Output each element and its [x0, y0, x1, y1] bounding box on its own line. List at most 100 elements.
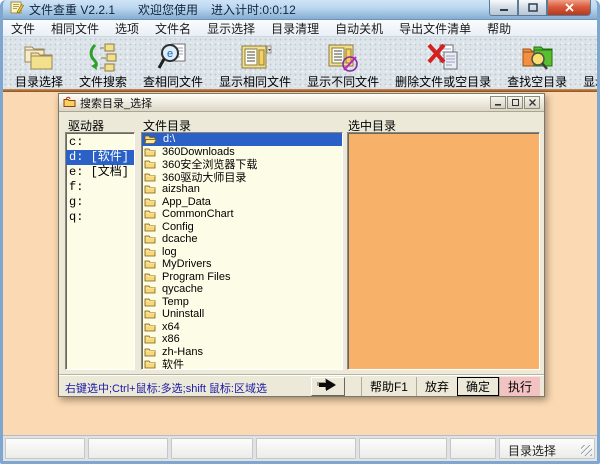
dialog-maximize-button[interactable] — [507, 96, 523, 109]
directory-item[interactable]: x86 — [142, 333, 342, 346]
menu-item-显示选择[interactable]: 显示选择 — [199, 19, 263, 38]
directory-item[interactable]: Program Files — [142, 271, 342, 284]
window-controls — [489, 0, 591, 16]
toolbar-label: 删除文件或空目录 — [395, 73, 491, 90]
directory-item[interactable]: Temp — [142, 296, 342, 309]
directory-label: aizshan — [162, 183, 200, 195]
status-panel — [359, 438, 447, 459]
directory-label: Program Files — [162, 271, 230, 283]
toolbar-button-显示相同文件[interactable]: 显示相同文件 — [211, 39, 299, 91]
welcome-text: 欢迎您使用 — [138, 1, 198, 18]
folder-closed-icon — [144, 197, 159, 207]
status-panel — [5, 438, 85, 459]
toolbar-label: 查找空目录 — [507, 73, 567, 90]
drive-item[interactable]: d: [软件] — [66, 150, 134, 165]
menu-item-自动关机[interactable]: 自动关机 — [327, 19, 391, 38]
drive-item[interactable]: g: — [66, 195, 134, 210]
toolbar-button-目录选择[interactable]: 目录选择 — [7, 39, 71, 91]
toolbar-label: 显示相同文件 — [219, 73, 291, 90]
minimize-button[interactable] — [489, 0, 518, 16]
toolbar-button-显示不同文件[interactable]: 显示不同文件 — [299, 39, 387, 91]
directory-item[interactable]: qycache — [142, 283, 342, 296]
dialog-button-确定[interactable]: 确定 — [457, 377, 499, 396]
dialog-title: 搜索目录_选择 — [80, 95, 489, 111]
toolbar-button-查相同文件[interactable]: e查相同文件 — [135, 39, 211, 91]
directory-item[interactable]: App_Data — [142, 196, 342, 209]
directory-label: Temp — [162, 296, 189, 308]
drive-item[interactable]: c: — [66, 135, 134, 150]
menu-item-导出文件清单[interactable]: 导出文件清单 — [391, 19, 479, 38]
folder-closed-icon — [144, 309, 159, 319]
menu-item-相同文件[interactable]: 相同文件 — [43, 19, 107, 38]
directory-item[interactable]: CommonChart — [142, 208, 342, 221]
folder-closed-icon — [144, 234, 159, 244]
directory-label: log — [162, 246, 177, 258]
toolbar-label: 显示空目录 — [583, 73, 600, 90]
status-bar: 目录选择 — [3, 435, 597, 461]
directory-item[interactable]: x64 — [142, 321, 342, 334]
directory-label: MyDrivers — [162, 258, 212, 270]
dialog-close-button[interactable] — [524, 96, 540, 109]
toolbar-button-删除文件或空目录[interactable]: 删除文件或空目录 — [387, 39, 499, 91]
folder-closed-icon — [144, 347, 159, 357]
client-area: 搜索目录_选择 驱动器 文件目录 选中目录 c:d: [软件]e: [文档]f:… — [3, 92, 597, 435]
directory-item[interactable]: 软件 — [142, 358, 342, 370]
folder-closed-icon — [144, 259, 159, 269]
dialog-button-执行[interactable]: 执行 — [499, 377, 540, 396]
directory-label: dcache — [162, 233, 197, 245]
menu-item-目录清理[interactable]: 目录清理 — [263, 19, 327, 38]
title-bar[interactable]: 文件查重 V2.2.1 欢迎您使用 进入计时:0:0:12 — [3, 0, 597, 20]
empty-folder-icon — [596, 40, 600, 74]
folder-diff-icon — [326, 40, 360, 74]
maximize-button[interactable] — [518, 0, 547, 16]
dialog-minimize-button[interactable] — [490, 96, 506, 109]
drive-list[interactable]: c:d: [软件]e: [文档]f:g:q: — [65, 132, 135, 370]
resize-grip-icon[interactable] — [581, 445, 592, 456]
dialog-button-帮助F1[interactable]: 帮助F1 — [361, 377, 416, 396]
directory-list[interactable]: d:\360Downloads360安全浏览器下载360驱动大师目录aizsha… — [141, 132, 343, 370]
directory-item[interactable]: MyDrivers — [142, 258, 342, 271]
svg-text:e: e — [167, 48, 173, 60]
toolbar-button-显示空目录[interactable]: 显示空目录 — [575, 39, 600, 91]
folder-closed-icon — [144, 284, 159, 294]
dialog-title-bar[interactable]: 搜索目录_选择 — [59, 94, 544, 112]
directory-item[interactable]: Uninstall — [142, 308, 342, 321]
folder-closed-icon — [144, 322, 159, 332]
directory-item[interactable]: d:\ — [142, 133, 342, 146]
selected-directory-panel[interactable] — [347, 132, 540, 370]
arrow-right-icon — [316, 377, 340, 397]
folder-open-icon — [144, 134, 160, 144]
menu-item-文件[interactable]: 文件 — [3, 19, 43, 38]
toolbar-label: 目录选择 — [15, 73, 63, 90]
drive-item[interactable]: e: [文档] — [66, 165, 134, 180]
directory-item[interactable]: dcache — [142, 233, 342, 246]
directory-item[interactable]: Config — [142, 221, 342, 234]
directory-item[interactable]: log — [142, 246, 342, 259]
delete-doc-icon — [426, 40, 460, 74]
move-right-button[interactable] — [311, 377, 345, 396]
menu-item-选项[interactable]: 选项 — [107, 19, 147, 38]
close-button[interactable] — [547, 0, 591, 16]
folder-closed-icon — [144, 297, 159, 307]
folder-closed-icon — [144, 147, 159, 157]
directory-item[interactable]: 360驱动大师目录 — [142, 171, 342, 184]
dialog-button-放弃[interactable]: 放弃 — [416, 377, 457, 396]
folder-closed-icon — [144, 172, 159, 182]
menu-item-文件名[interactable]: 文件名 — [147, 19, 199, 38]
dialog-icon — [63, 94, 76, 112]
menu-item-帮助[interactable]: 帮助 — [479, 19, 519, 38]
folder-closed-icon — [144, 159, 159, 169]
directory-label: d:\ — [163, 133, 175, 145]
drive-item[interactable]: q: — [66, 210, 134, 225]
search-folder-icon — [520, 40, 554, 74]
drive-item[interactable]: f: — [66, 180, 134, 195]
search-directory-dialog: 搜索目录_选择 驱动器 文件目录 选中目录 c:d: [软件]e: [文档]f:… — [58, 93, 545, 397]
app-window: 文件查重 V2.2.1 欢迎您使用 进入计时:0:0:12 文件相同文件选项文件… — [0, 0, 600, 464]
dialog-footer: 右键选中;Ctrl+鼠标:多选;shift 鼠标:区域选 帮助F1放弃确定执行 — [59, 374, 544, 397]
folder-closed-icon — [144, 222, 159, 232]
toolbar-button-查找空目录[interactable]: 查找空目录 — [499, 39, 575, 91]
folder-closed-icon — [144, 359, 159, 369]
toolbar-button-文件搜索[interactable]: 文件搜索 — [71, 39, 135, 91]
status-panel — [88, 438, 168, 459]
directory-item[interactable]: aizshan — [142, 183, 342, 196]
